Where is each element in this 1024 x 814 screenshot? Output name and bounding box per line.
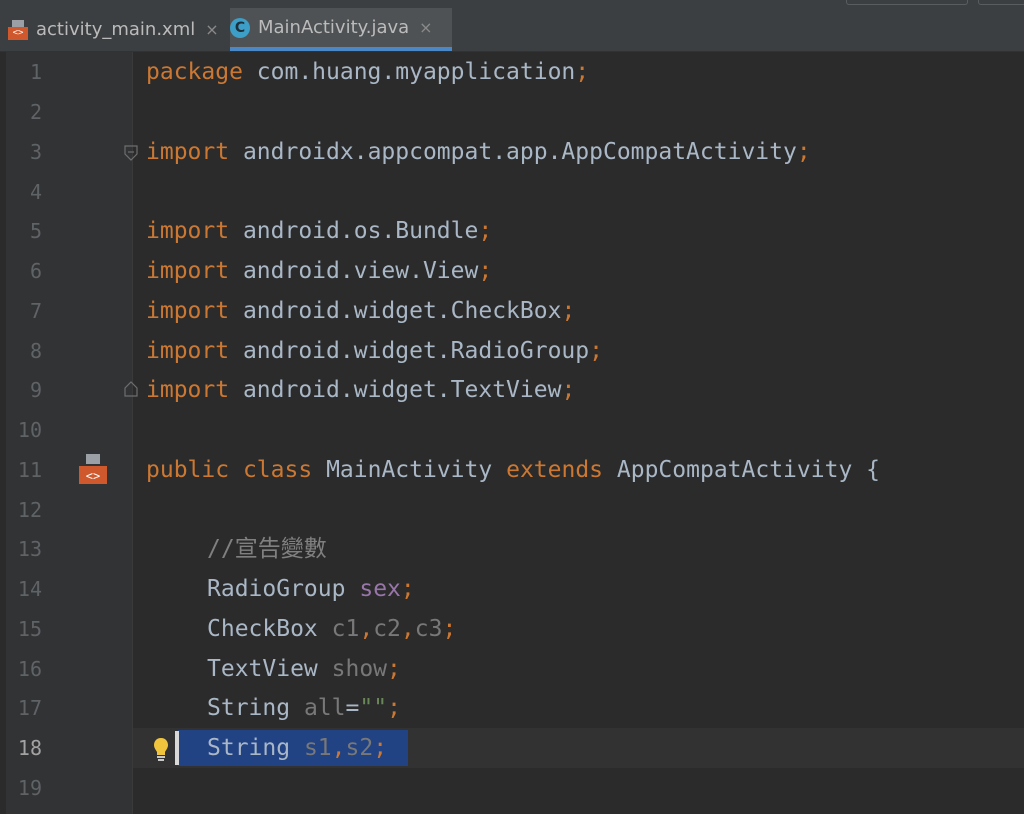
- code-line[interactable]: 2: [0, 92, 1024, 132]
- code-line[interactable]: 1 package com.huang.myapplication;: [0, 52, 1024, 92]
- code-line[interactable]: 11 <> public class MainActivity extends …: [0, 450, 1024, 490]
- code-line[interactable]: 9 import android.widget.TextView;: [0, 370, 1024, 410]
- close-icon[interactable]: ×: [419, 18, 432, 37]
- code-text[interactable]: RadioGroup sex;: [207, 569, 415, 609]
- fold-end-icon[interactable]: [122, 380, 140, 398]
- line-number: 19: [17, 776, 42, 800]
- line-number: 3: [29, 140, 42, 164]
- line-number: 16: [17, 657, 42, 681]
- line-number: 14: [17, 577, 42, 601]
- code-line[interactable]: 7 import android.widget.CheckBox;: [0, 291, 1024, 331]
- code-text[interactable]: import android.os.Bundle;: [146, 211, 492, 251]
- window-top-strip: [0, 0, 1024, 8]
- code-text[interactable]: //宣告變數: [207, 529, 327, 569]
- line-number: 4: [29, 180, 42, 204]
- tab-main-activity-java[interactable]: C MainActivity.java ×: [230, 8, 452, 51]
- code-line[interactable]: 16 TextView show;: [0, 649, 1024, 689]
- fold-collapse-icon[interactable]: [122, 144, 140, 162]
- code-line[interactable]: 15 CheckBox c1,c2,c3;: [0, 609, 1024, 649]
- code-line[interactable]: 19: [0, 768, 1024, 808]
- line-number: 12: [17, 498, 42, 522]
- code-line[interactable]: 8 import android.widget.RadioGroup;: [0, 331, 1024, 371]
- close-icon[interactable]: ×: [205, 20, 218, 39]
- line-number: 6: [29, 259, 42, 283]
- code-text[interactable]: import android.widget.TextView;: [146, 370, 575, 410]
- tab-label: MainActivity.java: [258, 17, 410, 38]
- line-number: 17: [17, 696, 42, 720]
- code-text[interactable]: TextView show;: [207, 649, 401, 689]
- code-line-current[interactable]: 18 String s1,s2;: [0, 728, 1024, 768]
- code-text[interactable]: import android.view.View;: [146, 251, 492, 291]
- tab-activity-main-xml[interactable]: <> activity_main.xml ×: [8, 8, 228, 51]
- xml-file-icon: <>: [8, 19, 28, 40]
- svg-text:<>: <>: [86, 469, 100, 483]
- tab-label: activity_main.xml: [36, 19, 196, 40]
- text-caret: [175, 731, 179, 765]
- code-line[interactable]: 3 import androidx.appcompat.app.AppCompa…: [0, 132, 1024, 172]
- code-line[interactable]: 6 import android.view.View;: [0, 251, 1024, 291]
- code-line[interactable]: 5 import android.os.Bundle;: [0, 211, 1024, 251]
- code-text[interactable]: import android.widget.RadioGroup;: [146, 331, 603, 371]
- code-line[interactable]: 4: [0, 172, 1024, 212]
- line-number: 1: [29, 60, 42, 84]
- code-text[interactable]: CheckBox c1,c2,c3;: [207, 609, 456, 649]
- code-line[interactable]: 12: [0, 490, 1024, 530]
- code-line[interactable]: 10: [0, 410, 1024, 450]
- code-text[interactable]: public class MainActivity extends AppCom…: [146, 450, 880, 490]
- line-number: 7: [29, 299, 42, 323]
- code-editor[interactable]: 1 package com.huang.myapplication; 2 3 i…: [0, 52, 1024, 814]
- code-text[interactable]: String s1,s2;: [207, 728, 387, 768]
- line-number: 11: [17, 458, 42, 482]
- line-number: 2: [29, 100, 42, 124]
- lightbulb-icon[interactable]: [152, 736, 170, 762]
- line-number: 5: [29, 219, 42, 243]
- line-number: 18: [17, 736, 42, 760]
- code-text[interactable]: import androidx.appcompat.app.AppCompatA…: [146, 132, 811, 172]
- code-line[interactable]: 14 RadioGroup sex;: [0, 569, 1024, 609]
- line-number: 10: [17, 418, 42, 442]
- toolbar-control[interactable]: [978, 0, 1024, 5]
- code-line[interactable]: 13 //宣告變數: [0, 529, 1024, 569]
- java-class-icon: C: [230, 17, 250, 38]
- editor-tab-bar: <> activity_main.xml × C MainActivity.ja…: [0, 8, 1024, 52]
- layout-file-gutter-icon[interactable]: <>: [78, 452, 108, 488]
- line-number: 8: [29, 339, 42, 363]
- toolbar-control[interactable]: [846, 0, 968, 5]
- line-number: 15: [17, 617, 42, 641]
- line-number: 9: [29, 378, 42, 402]
- line-number: 13: [17, 537, 42, 561]
- code-text[interactable]: import android.widget.CheckBox;: [146, 291, 575, 331]
- code-text[interactable]: String all="";: [207, 688, 401, 728]
- code-line[interactable]: 17 String all="";: [0, 688, 1024, 728]
- code-text[interactable]: package com.huang.myapplication;: [146, 52, 589, 92]
